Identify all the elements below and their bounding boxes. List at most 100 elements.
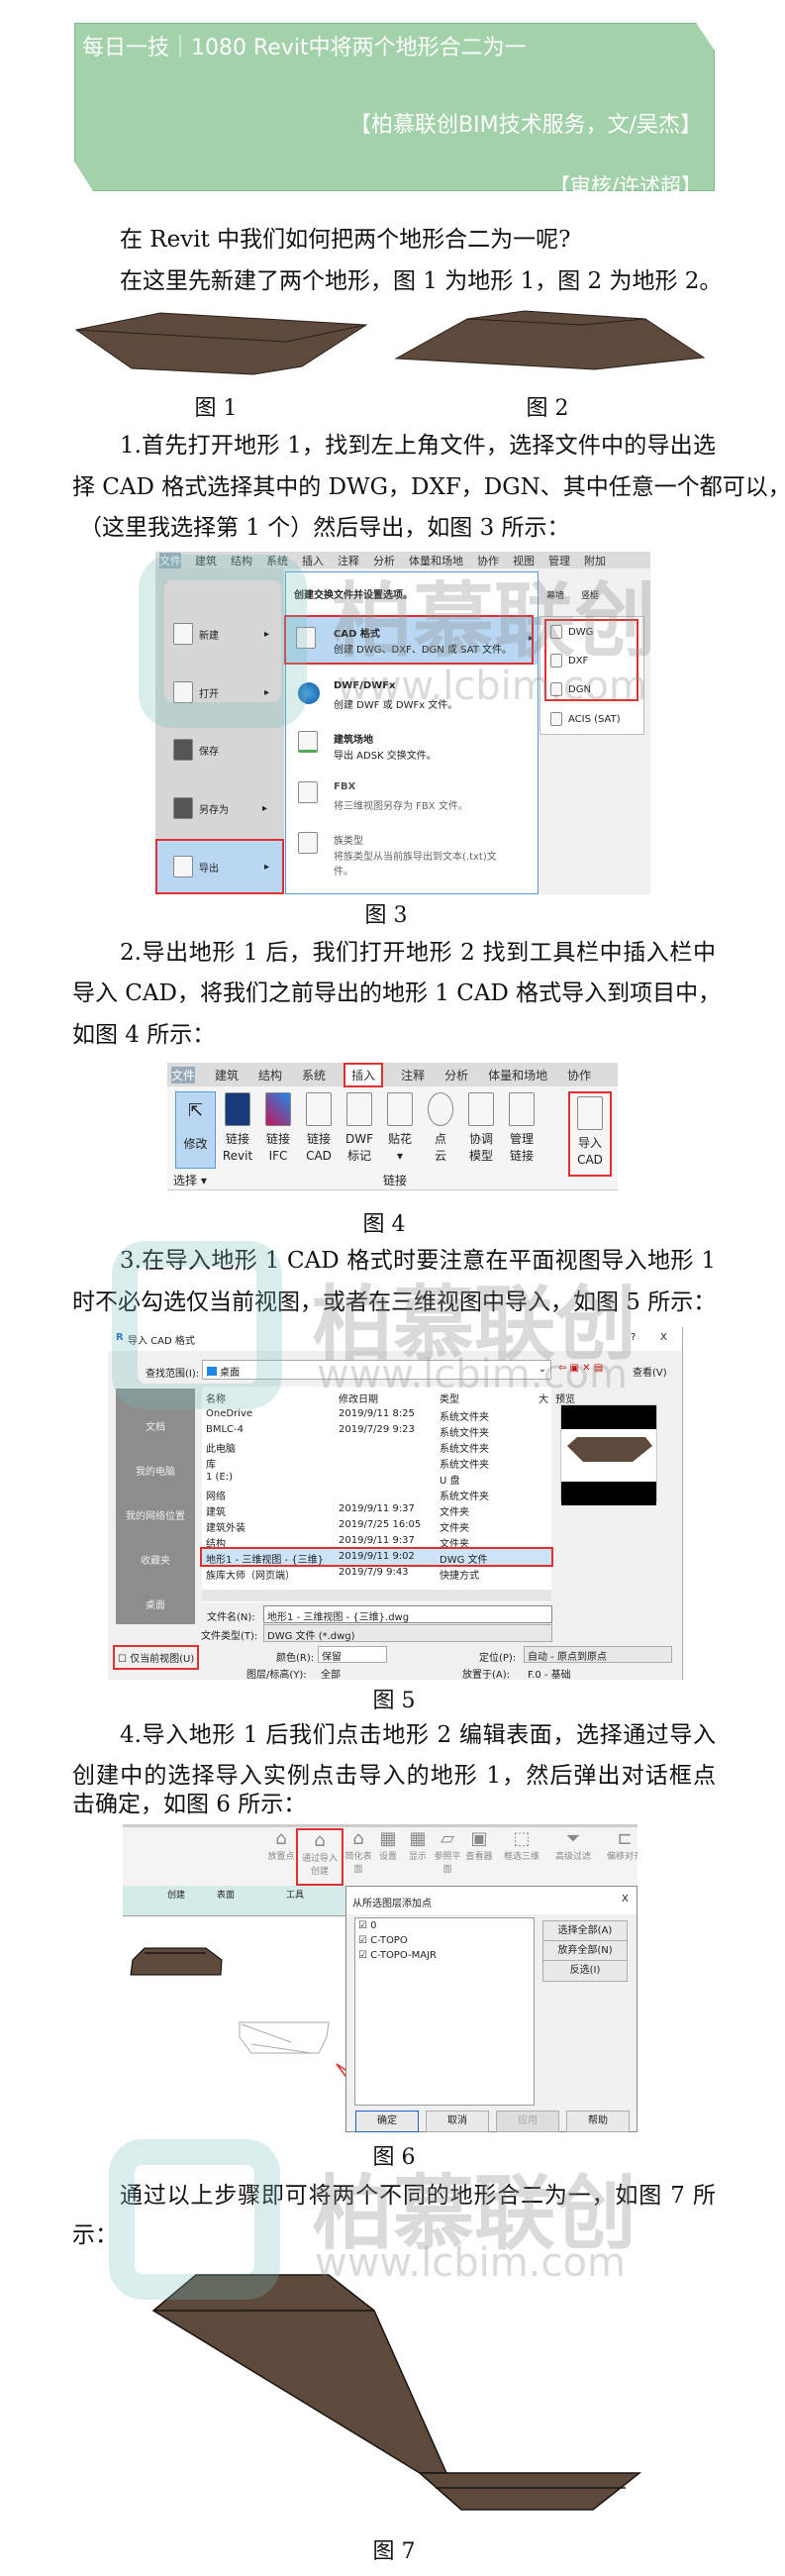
tab[interactable]: 系统 [302, 1067, 326, 1083]
file-row[interactable]: 1 (E:) U 盘 [202, 1470, 551, 1487]
tab[interactable]: 插入 [302, 553, 324, 568]
tab[interactable]: 建筑 [195, 553, 217, 568]
file-row[interactable]: 建筑 2019/9/11 9:37 文件夹 [202, 1501, 551, 1518]
place-documents[interactable]: 文档 [116, 1418, 195, 1433]
place-favorites[interactable]: 收藏夹 [116, 1552, 195, 1567]
col-modified[interactable]: 修改日期 [339, 1391, 378, 1405]
simplify-surface-button[interactable]: ⌂ 简化表面 [343, 1828, 373, 1886]
color-dropdown[interactable]: 保留 [318, 1646, 387, 1663]
tab[interactable]: 结构 [231, 553, 252, 568]
place-at-dropdown[interactable]: F.0 - 基础 [528, 1666, 571, 1680]
show-button[interactable]: ▦ 显示 [403, 1828, 433, 1886]
tab[interactable]: 分析 [444, 1067, 468, 1083]
tab[interactable]: 协作 [477, 553, 499, 568]
file-row[interactable]: 结构 2019/9/11 9:37 文件夹 [202, 1533, 551, 1550]
col-type[interactable]: 类型 [440, 1391, 459, 1405]
menu-open[interactable]: 打开 ▸ [173, 681, 269, 703]
help-button[interactable]: 帮助 [566, 2111, 630, 2132]
place-network[interactable]: 我的网络位置 [116, 1507, 195, 1522]
menu-new[interactable]: 新建 ▸ [173, 623, 269, 645]
link-ifc-button[interactable]: 链接 IFC [261, 1092, 295, 1165]
tab[interactable]: 体量和场地 [488, 1067, 547, 1083]
layer-item[interactable]: ☑ 0 [355, 1918, 534, 1933]
tab[interactable]: 附加 [584, 553, 606, 568]
submenu-acis[interactable]: ACIS (SAT) [550, 712, 621, 726]
file-row[interactable]: 建筑外装 2019/7/25 16:05 文件夹 [202, 1517, 551, 1534]
menu-save[interactable]: 保存 [173, 739, 219, 761]
tab[interactable]: 分析 [373, 553, 395, 568]
set-button[interactable]: ▦ 设置 [373, 1828, 403, 1886]
ok-button[interactable]: 确定 [355, 2111, 419, 2132]
deselect-all-button[interactable]: 放弃全部(N) [542, 1940, 628, 1962]
ref-plane-button[interactable]: ▱ 参照平面 [433, 1828, 462, 1886]
tab[interactable]: 系统 [266, 553, 288, 568]
horizontal-scrollbar[interactable] [202, 1590, 551, 1601]
dwf-markup-button[interactable]: DWF 标记 [343, 1092, 376, 1165]
tab[interactable]: 管理 [548, 553, 570, 568]
select-all-button[interactable]: 选择全部(A) [542, 1920, 628, 1942]
menu-save-as[interactable]: 另存为 ▸ [173, 797, 267, 819]
link-revit-button[interactable]: 链接 Revit [221, 1092, 254, 1165]
ribbon-label-mullion: 竖梃 [581, 591, 600, 601]
file-name: BMLC-4 [206, 1424, 245, 1435]
nav-toolbar-icons[interactable]: ⇦ ▣ ✕ ▤ [558, 1363, 603, 1374]
select-dropdown[interactable]: 选择 ▾ [173, 1172, 207, 1188]
advanced-filter-button[interactable]: ⏷ 高级过滤 [547, 1828, 599, 1886]
tab[interactable]: 注释 [338, 553, 359, 568]
current-view-only-checkbox[interactable]: ☐ 仅当前视图(U) [113, 1645, 200, 1670]
modify-button[interactable]: ⇱ 修改 [175, 1091, 216, 1169]
layer-item[interactable]: ☑ C-TOPO [355, 1933, 534, 1948]
tab-file[interactable]: 文件 [171, 1066, 196, 1083]
file-row[interactable]: OneDrive 2019/9/11 8:25 系统文件夹 [202, 1406, 551, 1423]
place-desktop[interactable]: 桌面 [116, 1597, 195, 1611]
cancel-button[interactable]: 取消 [426, 2111, 489, 2132]
point-cloud-button[interactable]: 点云 [424, 1092, 457, 1165]
box-3d-button[interactable]: ⬚ 框选三维 [496, 1828, 547, 1886]
manage-links-button[interactable]: 管理 链接 [505, 1092, 539, 1165]
item-building-site[interactable]: 建筑场地 导出 ADSK 交换文件。 [286, 725, 538, 769]
place-point-button[interactable]: ⌂ 放置点 [266, 1828, 296, 1886]
filename-input[interactable]: 地形1 - 三维视图 - {三维}.dwg [263, 1605, 552, 1623]
file-row[interactable]: 地形1 - 三维视图 - {三维} 2019/9/11 9:02 DWG 文件 [200, 1547, 553, 1567]
tab[interactable]: 建筑 [215, 1067, 239, 1083]
place-computer[interactable]: 我的电脑 [116, 1463, 195, 1478]
help-button[interactable]: ? [631, 1332, 636, 1343]
close-button[interactable]: X [622, 1894, 629, 1905]
file-modified: 2019/9/11 9:37 [339, 1503, 415, 1514]
item-dwf[interactable]: DWF/DWFx 创建 DWF 或 DWFx 文件。 [286, 674, 538, 718]
lookin-dropdown[interactable]: 桌面 ⌄ [202, 1360, 551, 1380]
tab[interactable]: 视图 [513, 553, 535, 568]
tab[interactable]: 协作 [567, 1067, 591, 1083]
tab-file[interactable]: 文件 [159, 552, 181, 568]
apply-button[interactable]: 应用 [496, 2111, 559, 2132]
viewer-button[interactable]: ▣ 查看器 [462, 1828, 496, 1886]
coordination-model-button[interactable]: 协调 模型 [464, 1092, 498, 1165]
layer-item[interactable]: ☑ C-TOPO-MAJR [355, 1948, 534, 1963]
col-name[interactable]: 名称 [206, 1391, 226, 1405]
position-dropdown[interactable]: 自动 - 原点到原点 [524, 1646, 672, 1663]
layers-dropdown[interactable]: 全部 [321, 1666, 341, 1680]
file-row[interactable]: 此电脑 系统文件夹 [202, 1438, 551, 1455]
offset-align-button[interactable]: ⊏偏移对齐 [599, 1828, 638, 1886]
link-cad-button[interactable]: 链接 CAD [302, 1092, 336, 1165]
file-row[interactable]: 库 系统文件夹 [202, 1454, 551, 1471]
file-row[interactable]: 族库大师（网页端） 2019/7/9 9:43 快捷方式 [202, 1565, 551, 1582]
tab[interactable]: 注释 [401, 1067, 425, 1083]
create-from-import-button[interactable]: ⌂ 通过导入创建 [296, 1828, 343, 1886]
filetype-dropdown[interactable]: DWG 文件 (*.dwg) [263, 1624, 552, 1642]
tab-insert[interactable]: 插入 [343, 1063, 384, 1087]
globe-icon [298, 682, 320, 704]
invert-selection-button[interactable]: 反选(I) [542, 1960, 628, 1982]
view-menu[interactable]: 查看(V) [633, 1364, 667, 1379]
close-button[interactable]: X [660, 1332, 667, 1343]
decal-button[interactable]: 贴花 ▾ [383, 1092, 417, 1165]
item-family-types[interactable]: 族类型 将族类型从当前族导出到文本(.txt)文件。 [286, 826, 538, 881]
tab[interactable]: 体量和场地 [409, 553, 463, 568]
file-row[interactable]: BMLC-4 2019/7/29 9:23 系统文件夹 [202, 1422, 551, 1439]
col-size[interactable]: 大 [539, 1391, 548, 1405]
file-row[interactable]: 网络 系统文件夹 [202, 1486, 551, 1502]
import-cad-button[interactable]: 导入 CAD [568, 1091, 612, 1177]
item-fbx[interactable]: FBX 将三维视图另存为 FBX 文件。 [286, 775, 538, 819]
terrain-1 [74, 312, 368, 375]
tab[interactable]: 结构 [258, 1067, 282, 1083]
